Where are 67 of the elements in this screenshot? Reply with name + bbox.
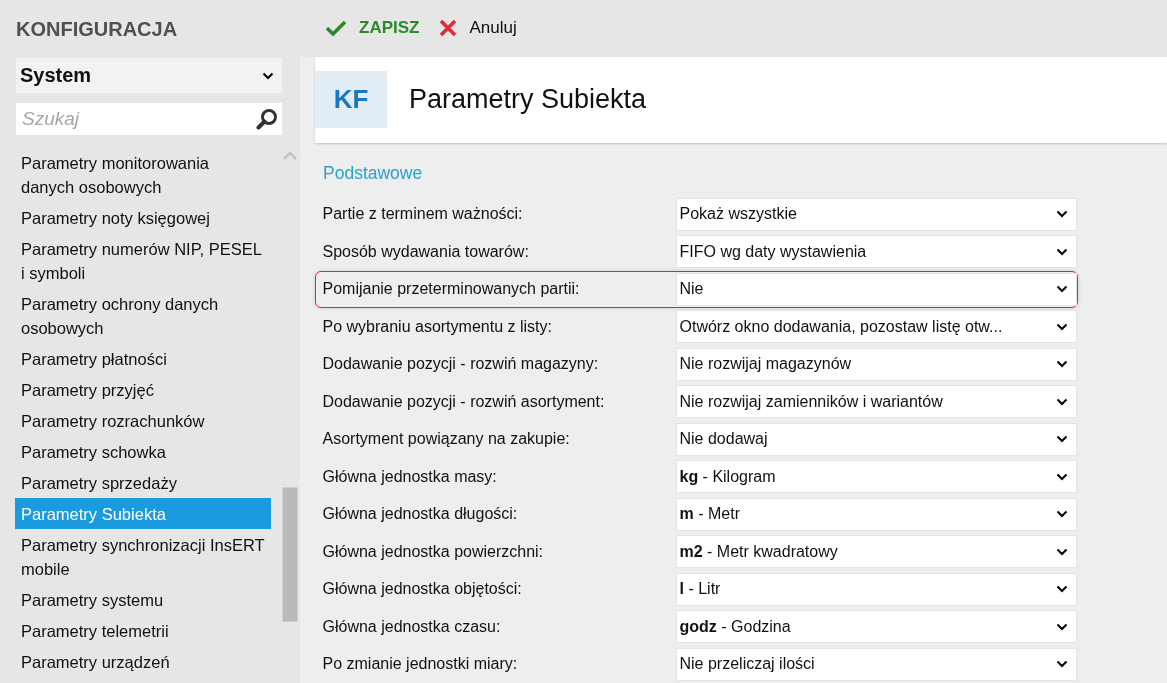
- setting-dropdown[interactable]: m2 - Metr kwadratowy: [675, 535, 1077, 569]
- setting-dropdown[interactable]: m - Metr: [675, 497, 1077, 531]
- setting-label: Główna jednostka czasu:: [321, 617, 502, 636]
- sidebar-item[interactable]: Parametry monitorowania danych osobowych: [15, 147, 271, 202]
- chevron-down-icon: [1056, 360, 1068, 369]
- sidebar-item[interactable]: Parametry synchronizacji InsERT mobile: [15, 529, 271, 584]
- sidebar-item[interactable]: Parametry schowka: [15, 436, 271, 467]
- setting-dropdown[interactable]: Otwórz okno dodawania, pozostaw listę otw...: [675, 310, 1077, 344]
- sidebar-item[interactable]: Parametry płatności: [15, 343, 271, 374]
- setting-dropdown[interactable]: Nie dodawaj: [675, 422, 1077, 456]
- page-title: Parametry Subiekta: [409, 84, 647, 115]
- setting-dropdown[interactable]: godz - Godzina: [675, 610, 1077, 644]
- setting-label: Główna jednostka masy:: [321, 467, 498, 486]
- setting-dropdown[interactable]: Nie: [675, 272, 1077, 306]
- sidebar-item[interactable]: Parametry numerów NIP, PESEL i symboli: [15, 233, 271, 288]
- sidebar-item[interactable]: Parametry sprzedaży: [15, 467, 271, 498]
- setting-label: Po zmianie jednostki miary:: [321, 655, 519, 674]
- chevron-down-icon: [1056, 622, 1068, 631]
- setting-label: Po wybraniu asortymentu z listy:: [321, 317, 553, 336]
- search-icon: [256, 108, 278, 130]
- chevron-down-icon: [1056, 585, 1068, 594]
- chevron-down-icon: [1056, 247, 1068, 256]
- search-field[interactable]: Szukaj: [16, 103, 282, 135]
- setting-label: Główna jednostka długości:: [321, 505, 519, 524]
- chevron-down-icon: [1056, 510, 1068, 519]
- section-heading: Podstawowe: [323, 162, 424, 185]
- scroll-up-icon[interactable]: [282, 151, 298, 161]
- sidebar-item[interactable]: Parametry przyjęć: [15, 374, 271, 405]
- setting-label: Dodawanie pozycji - rozwiń magazyny:: [321, 355, 600, 374]
- toolbar-button[interactable]: Anuluj: [439, 18, 517, 39]
- setting-label: Główna jednostka objętości:: [321, 580, 523, 599]
- chevron-down-icon: [1056, 435, 1068, 444]
- sidebar-item[interactable]: Parametry rozrachunków: [15, 405, 271, 436]
- toolbar-button[interactable]: ZAPISZ: [325, 18, 420, 39]
- scrollbar-thumb[interactable]: [282, 487, 298, 622]
- chevron-down-icon: [1056, 660, 1068, 669]
- chevron-down-icon: [1056, 322, 1068, 331]
- setting-dropdown[interactable]: kg - Kilogram: [675, 460, 1077, 494]
- setting-dropdown[interactable]: FIFO wg daty wystawienia: [675, 235, 1077, 269]
- sidebar-item[interactable]: Parametry ochrony danych osobowych: [15, 288, 271, 343]
- chevron-down-icon: [262, 71, 274, 80]
- setting-label: Sposób wydawania towarów:: [321, 242, 530, 261]
- category-dropdown[interactable]: System: [16, 58, 282, 93]
- setting-label: Dodawanie pozycji - rozwiń asortyment:: [321, 392, 606, 411]
- setting-label: Partie z terminem ważności:: [321, 205, 524, 224]
- setting-dropdown[interactable]: Nie przeliczaj ilości: [675, 647, 1077, 681]
- search-input[interactable]: Szukaj: [22, 108, 256, 130]
- chevron-down-icon: [1056, 285, 1068, 294]
- setting-label: Asortyment powiązany na zakupie:: [321, 430, 571, 449]
- setting-label: Główna jednostka powierzchni:: [321, 542, 545, 561]
- sidebar-item[interactable]: Parametry noty księgowej: [15, 202, 271, 233]
- setting-dropdown[interactable]: Nie rozwijaj zamienników i wariantów: [675, 385, 1077, 419]
- chevron-down-icon: [1056, 397, 1068, 406]
- sidebar-title: KONFIGURACJA: [16, 18, 179, 42]
- setting-dropdown[interactable]: Pokaż wszystkie: [675, 197, 1077, 231]
- sidebar-item[interactable]: Parametry systemu: [15, 584, 271, 615]
- setting-dropdown[interactable]: Nie rozwijaj magazynów: [675, 347, 1077, 381]
- sidebar-item[interactable]: Parametry telemetrii: [15, 615, 271, 646]
- chevron-down-icon: [1056, 547, 1068, 556]
- close-icon: [439, 19, 458, 38]
- module-badge: KF: [315, 71, 387, 128]
- setting-dropdown[interactable]: l - Litr: [675, 572, 1077, 606]
- chevron-down-icon: [1056, 210, 1068, 219]
- check-icon: [325, 19, 347, 38]
- sidebar-item[interactable]: Parametry urządzeń: [15, 646, 271, 677]
- setting-label: Pomijanie przeterminowanych partii:: [321, 280, 581, 299]
- chevron-down-icon: [1056, 472, 1068, 481]
